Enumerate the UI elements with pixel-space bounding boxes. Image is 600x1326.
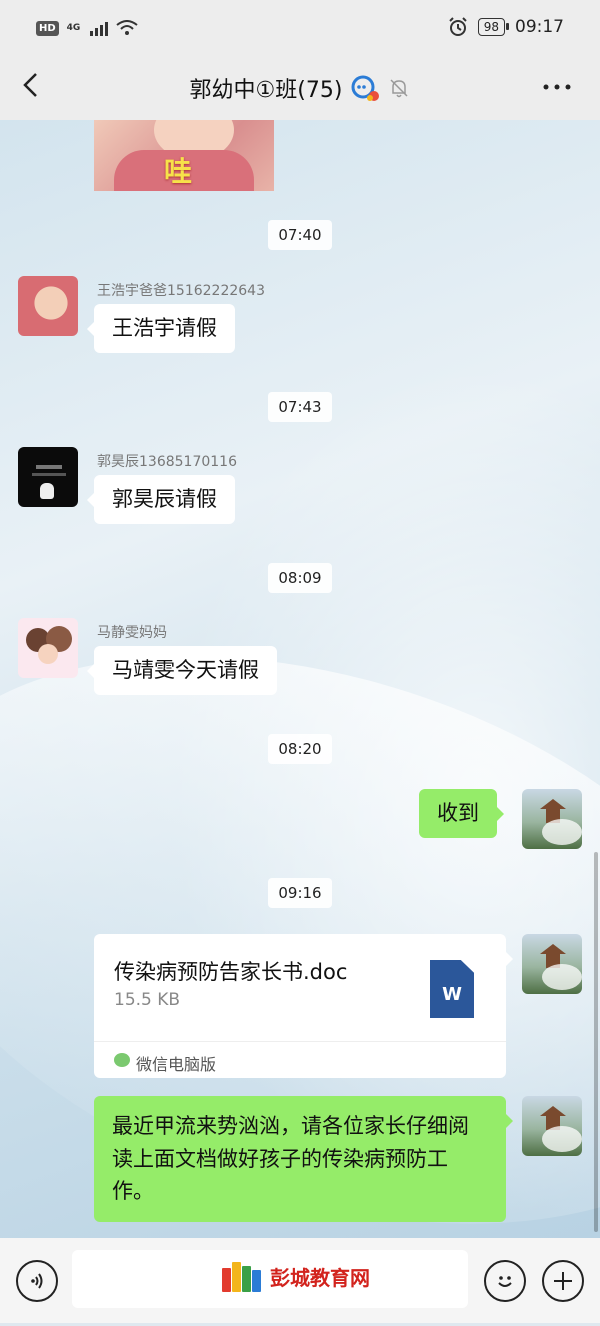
status-bar: HD 4G 98 09:17 [0, 0, 600, 58]
wifi-icon [116, 20, 138, 35]
sender-name: 郭昊辰13685170116 [97, 454, 237, 470]
image-message[interactable]: 哇 [94, 120, 274, 191]
message-bubble[interactable]: 王浩宇请假 [87, 304, 235, 353]
plus-button[interactable] [542, 1260, 584, 1302]
my-avatar[interactable] [522, 934, 582, 994]
mute-bell-icon [390, 79, 408, 98]
file-size: 15.5 KB [114, 990, 181, 1010]
signal-icon [90, 20, 109, 36]
emoji-icon [498, 1276, 512, 1287]
word-doc-icon: W [430, 960, 474, 1018]
avatar[interactable] [18, 618, 78, 678]
file-source: 微信电脑版 [136, 1055, 217, 1074]
wechat-icon [114, 1053, 130, 1067]
message-bubble[interactable]: 马靖雯今天请假 [87, 646, 277, 695]
timestamp: 08:09 [0, 563, 600, 593]
my-avatar[interactable] [522, 789, 582, 849]
file-message[interactable]: 传染病预防告家长书.doc 15.5 KB W 微信电脑版 [94, 934, 513, 1078]
file-name: 传染病预防告家长书.doc [114, 960, 348, 984]
more-button[interactable] [542, 72, 572, 97]
voice-icon [31, 1273, 43, 1289]
voice-button[interactable] [16, 1260, 58, 1302]
scrollbar[interactable] [594, 852, 598, 1232]
input-bar: 彭城教育网 [0, 1238, 600, 1323]
books-logo-icon [222, 1260, 262, 1292]
timestamp: 07:43 [0, 392, 600, 422]
message-bubble[interactable]: 郭昊辰请假 [87, 475, 235, 524]
avatar[interactable] [18, 447, 78, 507]
timestamp: 07:40 [0, 220, 600, 250]
more-dots-icon [543, 84, 571, 90]
alarm-icon [449, 17, 467, 36]
timestamp: 09:16 [0, 878, 600, 908]
my-message-bubble[interactable]: 最近甲流来势汹汹，请各位家长仔细阅读上面文档做好孩子的传染病预防工作。 [94, 1096, 513, 1222]
watermark: 彭城教育网 [222, 1260, 370, 1292]
image-text: 哇 [164, 155, 193, 188]
message-input[interactable]: 彭城教育网 [72, 1250, 468, 1308]
emoji-button[interactable] [484, 1260, 526, 1302]
network-type: 4G [66, 23, 81, 33]
group-chat-icon [351, 75, 380, 101]
my-avatar[interactable] [522, 1096, 582, 1156]
sender-name: 王浩宇爸爸15162222643 [97, 283, 265, 299]
plus-icon [554, 1272, 572, 1290]
battery-indicator: 98 [477, 18, 510, 36]
watermark-text: 彭城教育网 [270, 1265, 370, 1290]
chat-header: 郭幼中①班(75) [0, 58, 600, 120]
avatar[interactable] [18, 276, 78, 336]
hd-badge: HD [36, 20, 59, 36]
chat-title[interactable]: 郭幼中①班(75) [190, 72, 343, 104]
timestamp: 08:20 [0, 734, 600, 764]
message-list[interactable]: 哇 07:40 王浩宇爸爸15162222643 王浩宇请假 07:43 郭昊辰… [0, 120, 600, 1238]
my-message-bubble[interactable]: 收到 [419, 789, 504, 838]
sender-name: 马静雯妈妈 [97, 625, 167, 641]
clock: 09:17 [515, 17, 564, 37]
